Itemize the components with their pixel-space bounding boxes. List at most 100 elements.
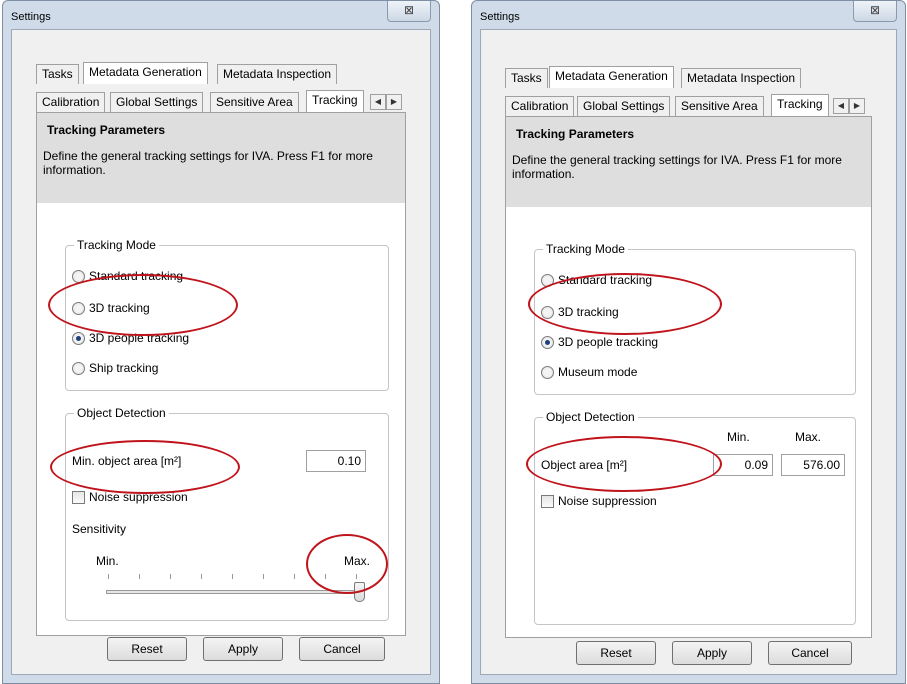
radio-label: Museum mode [558,365,638,379]
radio-icon [72,361,85,375]
panel-header: Tracking Parameters Define the general t… [37,113,405,203]
header-description: Define the general tracking settings for… [512,153,842,181]
tab-scroll-right-icon[interactable]: ▶ [386,94,402,110]
object-detection-group: Object Detection Min. object area [m²] 0… [65,406,389,621]
slider-tick [294,574,295,579]
min-area-label: Min. object area [m²] [72,454,182,468]
min-column-label: Min. [727,430,750,444]
title-bar: Settings ⊠ [472,1,905,29]
close-button[interactable]: ⊠ [853,1,897,22]
radio-label: 3D tracking [89,301,150,315]
slider-tick [108,574,109,579]
radio-standard-tracking[interactable]: Standard tracking [72,268,183,284]
cancel-button[interactable]: Cancel [299,637,385,661]
object-detection-label: Object Detection [74,406,169,420]
radio-3d-tracking[interactable]: 3D tracking [541,304,619,320]
window-title: Settings [480,11,520,23]
object-area-max-field[interactable]: 576.00 [781,454,845,476]
slider-tick [325,574,326,579]
radio-label: Standard tracking [89,269,184,283]
slider-min-label: Min. [96,554,119,568]
tab-tasks[interactable]: Tasks [36,64,79,84]
radio-ship-tracking[interactable]: Ship tracking [72,360,158,376]
slider-tick [232,574,233,579]
slider-tick [139,574,140,579]
sensitivity-label: Sensitivity [72,522,127,536]
slider-tick [356,574,357,579]
tab-calibration[interactable]: Calibration [36,92,106,112]
checkbox-label: Noise suppression [558,494,657,508]
tab-tracking[interactable]: Tracking [306,90,364,112]
checkbox-icon [541,494,554,508]
radio-icon [72,269,85,283]
tab-metadata-inspection[interactable]: Metadata Inspection [681,68,802,88]
header-description: Define the general tracking settings for… [43,149,373,177]
close-button[interactable]: ⊠ [387,1,431,22]
radio-3d-people-tracking[interactable]: 3D people tracking [72,330,189,346]
tracking-mode-group: Tracking Mode Standard tracking 3D track… [65,238,389,391]
tab-scroll-buttons: ◀ ▶ [370,94,402,110]
reset-button[interactable]: Reset [107,637,187,661]
radio-label: 3D people tracking [89,331,190,345]
apply-button[interactable]: Apply [672,641,752,665]
radio-icon [541,273,554,287]
sensitivity-slider-track[interactable] [106,590,364,594]
radio-3d-people-tracking[interactable]: 3D people tracking [541,334,658,350]
settings-window-right: Settings ⊠ Tasks Metadata Generation Met… [471,0,906,684]
tab-scroll-left-icon[interactable]: ◀ [370,94,386,110]
header-title: Tracking Parameters [516,127,635,141]
checkbox-label: Noise suppression [89,490,188,504]
tab-global-settings[interactable]: Global Settings [110,92,204,112]
title-bar: Settings ⊠ [3,1,439,29]
reset-button[interactable]: Reset [576,641,656,665]
tracking-panel: Tracking Parameters Define the general t… [505,116,872,665]
radio-icon [541,305,554,319]
object-area-min-field[interactable]: 0.09 [713,454,773,476]
slider-tick [201,574,202,579]
tab-metadata-inspection[interactable]: Metadata Inspection [217,64,338,84]
tab-global-settings[interactable]: Global Settings [577,96,671,116]
tab-tasks[interactable]: Tasks [505,68,548,88]
tab-scroll-right-icon[interactable]: ▶ [849,98,865,114]
slider-tick [170,574,171,579]
tab-metadata-generation[interactable]: Metadata Generation [83,62,208,84]
radio-label: 3D people tracking [558,335,659,349]
object-detection-label: Object Detection [543,410,638,424]
tracking-panel: Tracking Parameters Define the general t… [36,112,406,661]
tab-scroll-left-icon[interactable]: ◀ [833,98,849,114]
object-detection-group: Object Detection Min. Max. Object area [… [534,410,856,625]
tab-calibration[interactable]: Calibration [505,96,575,116]
header-title: Tracking Parameters [47,123,166,137]
slider-max-label: Max. [344,554,371,568]
apply-button[interactable]: Apply [203,637,283,661]
radio-label: Ship tracking [89,361,159,375]
tracking-mode-group: Tracking Mode Standard tracking 3D track… [534,242,856,395]
radio-label: Standard tracking [558,273,653,287]
radio-label: 3D tracking [558,305,619,319]
radio-standard-tracking[interactable]: Standard tracking [541,272,652,288]
tracking-mode-label: Tracking Mode [543,242,628,256]
radio-museum-mode[interactable]: Museum mode [541,364,637,380]
dialog-client: Tasks Metadata Generation Metadata Inspe… [11,29,431,675]
radio-icon [72,301,85,315]
tab-tracking[interactable]: Tracking [771,94,829,116]
checkbox-icon [72,490,85,504]
tab-metadata-generation[interactable]: Metadata Generation [549,66,674,88]
tracking-mode-label: Tracking Mode [74,238,159,252]
noise-suppression-checkbox[interactable]: Noise suppression [541,494,657,508]
noise-suppression-checkbox[interactable]: Noise suppression [72,490,188,504]
cancel-button[interactable]: Cancel [768,641,852,665]
radio-selected-icon [541,335,554,349]
radio-3d-tracking[interactable]: 3D tracking [72,300,150,316]
tab-sensitive-area[interactable]: Sensitive Area [210,92,299,112]
tab-scroll-buttons: ◀ ▶ [833,98,865,114]
radio-icon [541,365,554,379]
min-area-field[interactable]: 0.10 [306,450,366,472]
max-column-label: Max. [795,430,822,444]
sensitivity-slider-thumb[interactable] [354,582,365,602]
radio-selected-icon [72,331,85,345]
slider-tick [263,574,264,579]
dialog-client: Tasks Metadata Generation Metadata Inspe… [480,29,897,675]
tab-sensitive-area[interactable]: Sensitive Area [675,96,764,116]
object-area-label: Object area [m²] [541,458,628,472]
